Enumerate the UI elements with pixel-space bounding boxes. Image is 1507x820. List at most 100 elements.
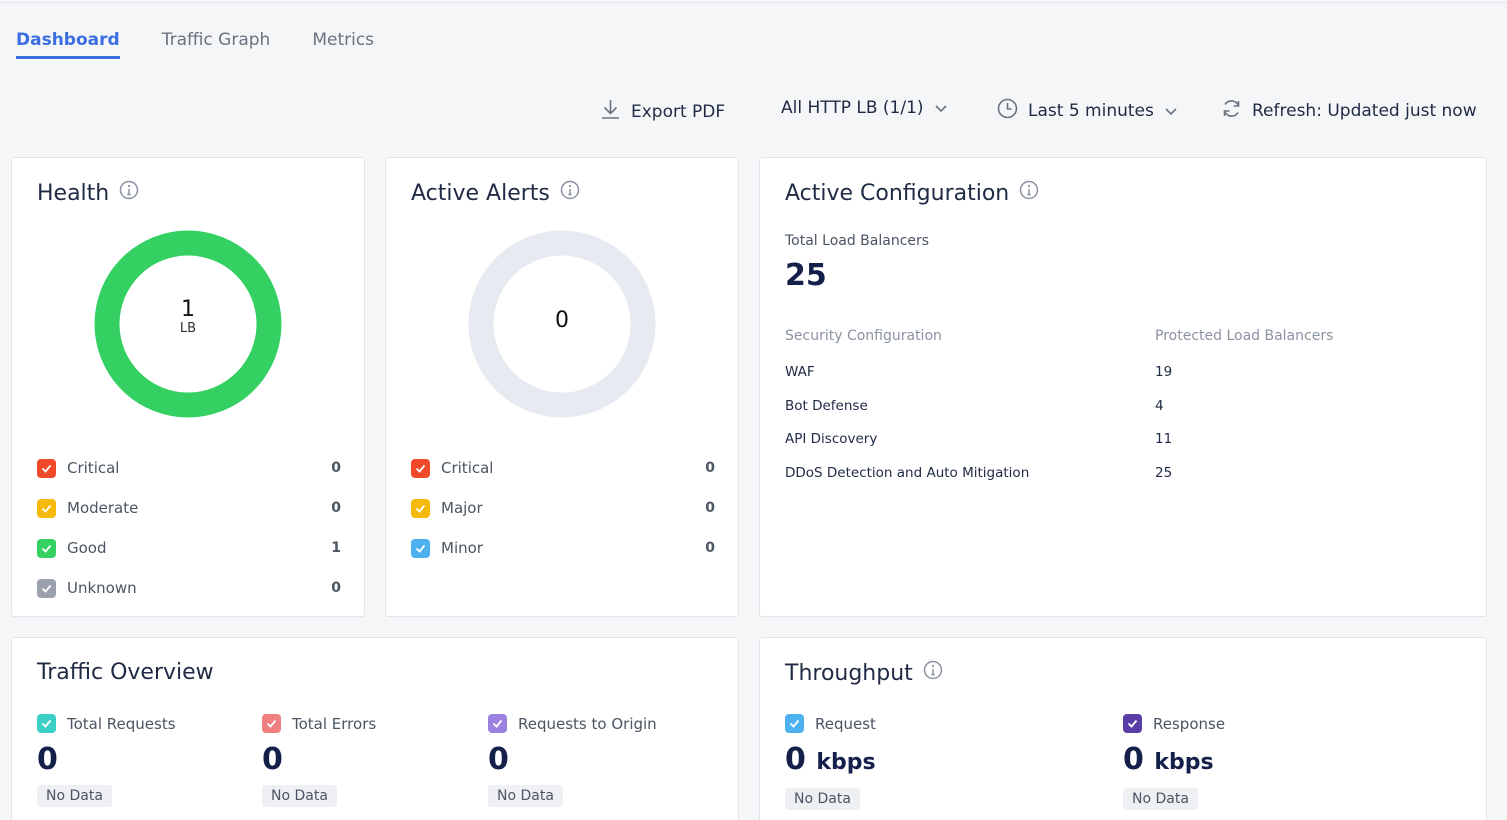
- metric-requests-to-origin: Requests to Origin 0 No Data: [488, 714, 657, 807]
- traffic-overview-card: Traffic Overview Total Requests 0 No Dat…: [11, 637, 739, 820]
- legend-count: 0: [331, 580, 341, 596]
- health-title: Health: [37, 180, 110, 206]
- checkbox-icon[interactable]: [785, 714, 804, 733]
- download-icon: [600, 98, 621, 125]
- legend-count: 1: [331, 540, 341, 556]
- refresh-label: Refresh: Updated just now: [1252, 101, 1477, 121]
- metric-label: Response: [1153, 714, 1226, 733]
- alerts-center-value: 0: [555, 308, 569, 333]
- alerts-legend-minor[interactable]: Minor 0: [411, 538, 715, 558]
- health-legend-moderate[interactable]: Moderate 0: [37, 498, 341, 518]
- export-pdf-label: Export PDF: [631, 101, 726, 122]
- checkbox-icon[interactable]: [411, 458, 430, 478]
- lb-selector-dropdown[interactable]: All HTTP LB (1/1): [781, 98, 948, 118]
- legend-label: Minor: [441, 539, 483, 557]
- checkbox-icon[interactable]: [411, 498, 430, 518]
- alerts-legend-critical[interactable]: Critical 0: [411, 458, 715, 478]
- tab-dashboard[interactable]: Dashboard: [16, 30, 120, 59]
- config-title-row: Active Configuration: [785, 180, 1039, 206]
- config-row-value: 25: [1155, 465, 1173, 481]
- checkbox-icon[interactable]: [37, 498, 56, 518]
- throughput-title: Throughput: [785, 660, 913, 686]
- tab-bar: Dashboard Traffic Graph Metrics: [16, 30, 374, 59]
- legend-count: 0: [705, 460, 715, 476]
- total-lb-label: Total Load Balancers: [785, 233, 930, 249]
- legend-count: 0: [331, 500, 341, 516]
- checkbox-icon[interactable]: [37, 538, 56, 558]
- config-row-name: Bot Defense: [785, 398, 868, 414]
- info-icon[interactable]: [923, 660, 943, 686]
- legend-label: Critical: [67, 459, 120, 477]
- chevron-down-icon: [1164, 101, 1178, 121]
- health-legend-critical[interactable]: Critical 0: [37, 458, 341, 478]
- metric-label: Total Requests: [67, 714, 176, 733]
- health-legend-unknown[interactable]: Unknown 0: [37, 578, 341, 598]
- no-data-badge: No Data: [488, 785, 563, 807]
- top-divider: [0, 2, 1507, 3]
- chevron-down-icon: [934, 98, 948, 118]
- metric-unit: kbps: [816, 750, 876, 775]
- refresh-icon: [1221, 98, 1242, 124]
- metric-label: Requests to Origin: [518, 714, 657, 733]
- time-range-label: Last 5 minutes: [1028, 101, 1154, 121]
- metric-value-row: 0 kbps: [785, 743, 876, 780]
- legend-label: Unknown: [67, 579, 137, 597]
- health-title-row: Health: [37, 180, 139, 206]
- tab-traffic-graph[interactable]: Traffic Graph: [162, 30, 271, 59]
- checkbox-icon[interactable]: [1123, 714, 1142, 733]
- alerts-center: 0: [512, 308, 612, 334]
- metric-value: 0: [785, 742, 806, 777]
- metric-value: 0: [262, 742, 283, 777]
- info-icon[interactable]: [1019, 180, 1039, 206]
- no-data-badge: No Data: [37, 785, 112, 807]
- refresh-button[interactable]: Refresh: Updated just now: [1221, 98, 1477, 124]
- active-alerts-card: Active Alerts 0 Critical 0 Major 0 Minor…: [385, 157, 739, 617]
- metric-value: 0: [1123, 742, 1144, 777]
- config-title: Active Configuration: [785, 180, 1010, 206]
- config-row-value: 11: [1155, 431, 1173, 447]
- checkbox-icon[interactable]: [37, 714, 56, 733]
- metric-total-errors: Total Errors 0 No Data: [262, 714, 376, 807]
- config-row-name: WAF: [785, 364, 815, 380]
- metric-value-row: 0 kbps: [1123, 743, 1225, 780]
- export-pdf-button[interactable]: Export PDF: [600, 98, 725, 125]
- protected-lb-header: Protected Load Balancers: [1155, 328, 1334, 344]
- alerts-legend-major[interactable]: Major 0: [411, 498, 715, 518]
- active-configuration-card: Active Configuration Total Load Balancer…: [759, 157, 1487, 617]
- legend-label: Good: [67, 539, 107, 557]
- checkbox-icon[interactable]: [411, 538, 430, 558]
- metric-label: Request: [815, 714, 876, 733]
- config-row-name: DDoS Detection and Auto Mitigation: [785, 465, 1030, 481]
- total-lb-value: 25: [785, 258, 827, 293]
- info-icon[interactable]: [119, 180, 139, 206]
- checkbox-icon[interactable]: [37, 458, 56, 478]
- checkbox-icon[interactable]: [37, 578, 56, 598]
- legend-count: 0: [705, 540, 715, 556]
- metric-request-throughput: Request 0 kbps No Data: [785, 714, 876, 810]
- health-card: Health 1 LB Critical 0 Moderate 0 Good 1…: [11, 157, 365, 617]
- no-data-badge: No Data: [785, 788, 860, 810]
- config-row-name: API Discovery: [785, 431, 878, 447]
- clock-icon: [997, 98, 1018, 124]
- legend-label: Critical: [441, 459, 494, 477]
- no-data-badge: No Data: [1123, 788, 1198, 810]
- tab-metrics[interactable]: Metrics: [312, 30, 374, 59]
- metric-value: 0: [488, 742, 509, 777]
- time-range-dropdown[interactable]: Last 5 minutes: [997, 98, 1178, 124]
- no-data-badge: No Data: [262, 785, 337, 807]
- info-icon[interactable]: [560, 180, 580, 206]
- metric-value: 0: [37, 742, 58, 777]
- metric-label: Total Errors: [292, 714, 377, 733]
- lb-selector-label: All HTTP LB (1/1): [781, 98, 924, 118]
- health-legend-good[interactable]: Good 1: [37, 538, 341, 558]
- alerts-title: Active Alerts: [411, 180, 550, 206]
- legend-label: Moderate: [67, 499, 139, 517]
- health-center-value: 1: [181, 297, 195, 322]
- config-row-value: 19: [1155, 364, 1173, 380]
- checkbox-icon[interactable]: [488, 714, 507, 733]
- throughput-card: Throughput Request 0 kbps No Data Respon…: [759, 637, 1487, 820]
- config-row-value: 4: [1155, 398, 1164, 414]
- throughput-title-row: Throughput: [785, 660, 943, 686]
- checkbox-icon[interactable]: [262, 714, 281, 733]
- security-config-header: Security Configuration: [785, 328, 942, 344]
